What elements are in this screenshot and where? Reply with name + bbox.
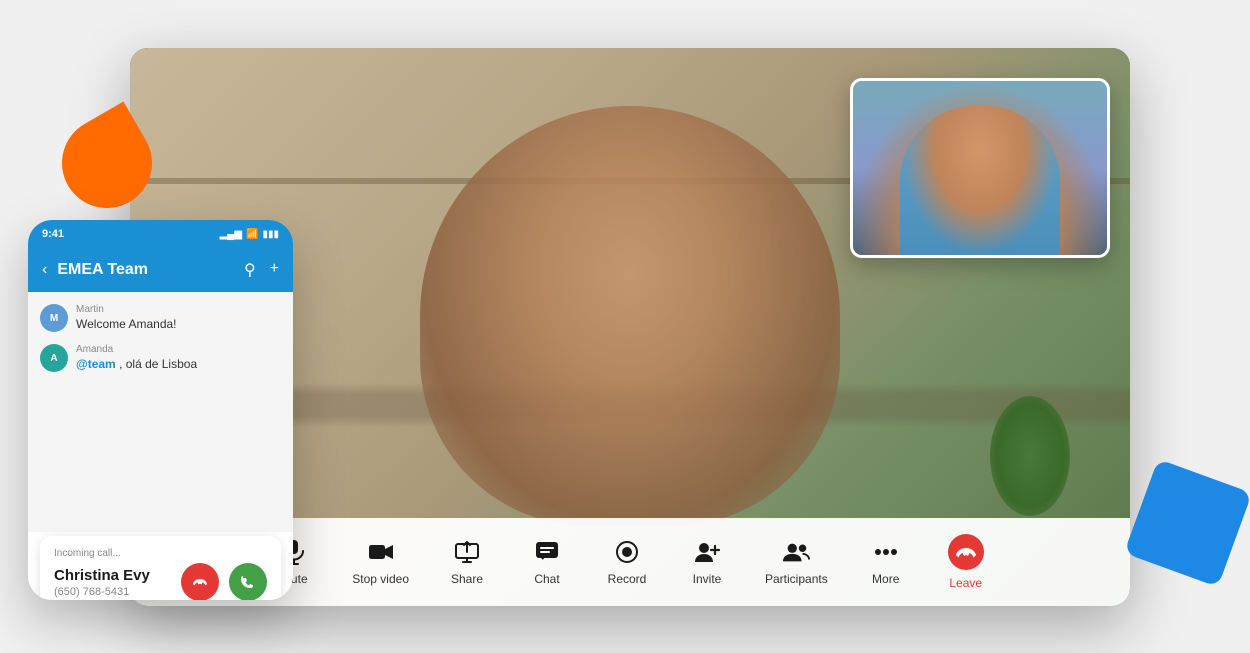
phone-down-icon <box>948 534 984 570</box>
leave-label: Leave <box>949 576 982 590</box>
incoming-call-card: Incoming call... Christina Evy (650) 768… <box>40 536 281 600</box>
chat-bubble-icon <box>533 538 561 566</box>
wifi-icon: 📶 <box>246 229 258 240</box>
amanda-text-suffix: , olá de Lisboa <box>119 357 197 371</box>
more-label: More <box>872 572 899 586</box>
pip-video-participant[interactable] <box>850 78 1110 258</box>
blue-decorative-shape <box>1124 459 1250 587</box>
battery-icon: ▮▮▮ <box>262 229 279 240</box>
phone-chat-area: M Martin Welcome Amanda! A Amanda @team … <box>28 292 293 532</box>
record-circle-icon <box>613 538 641 566</box>
phone-time: 9:41 <box>42 228 64 240</box>
phone-header: ‹ EMEA Team ⚲ + <box>28 248 293 292</box>
chat-message-martin: M Martin Welcome Amanda! <box>40 304 281 332</box>
share-screen-icon <box>453 538 481 566</box>
record-button[interactable]: Record <box>591 530 663 594</box>
phone-channel-title: EMEA Team <box>57 261 234 279</box>
search-icon[interactable]: ⚲ <box>244 260 256 280</box>
record-label: Record <box>608 572 647 586</box>
stop-video-button[interactable]: Stop video <box>338 530 423 594</box>
martin-avatar: M <box>40 304 68 332</box>
person-add-icon <box>693 538 721 566</box>
caller-name: Christina Evy <box>54 567 150 584</box>
invite-label: Invite <box>693 572 722 586</box>
martin-text: Welcome Amanda! <box>76 317 281 331</box>
caller-details: Christina Evy (650) 768-5431 <box>54 567 150 598</box>
phone-statusbar: 9:41 ▂▄▆ 📶 ▮▮▮ <box>28 220 293 248</box>
people-icon <box>782 538 810 566</box>
room-plant <box>990 396 1070 516</box>
share-button[interactable]: Share <box>431 530 503 594</box>
participants-label: Participants <box>765 572 828 586</box>
accept-call-button[interactable] <box>229 563 267 600</box>
share-label: Share <box>451 572 483 586</box>
back-button[interactable]: ‹ <box>42 261 47 279</box>
add-icon[interactable]: + <box>270 260 279 280</box>
phone-status-icons: ▂▄▆ 📶 ▮▮▮ <box>220 229 279 240</box>
chat-label: Chat <box>534 572 559 586</box>
martin-bubble: Martin Welcome Amanda! <box>76 304 281 331</box>
ellipsis-icon <box>872 538 900 566</box>
amanda-bubble: Amanda @team , olá de Lisboa <box>76 344 281 371</box>
martin-sender: Martin <box>76 304 281 315</box>
chat-button[interactable]: Chat <box>511 530 583 594</box>
phone-mockup: 9:41 ▂▄▆ 📶 ▮▮▮ ‹ EMEA Team ⚲ + M Martin … <box>28 220 293 600</box>
phone-header-actions: ⚲ + <box>244 260 279 280</box>
call-action-buttons <box>181 563 267 600</box>
video-camera-icon <box>367 538 395 566</box>
call-info: Christina Evy (650) 768-5431 <box>54 563 267 600</box>
signal-icon: ▂▄▆ <box>220 229 242 240</box>
amanda-sender: Amanda <box>76 344 281 355</box>
invite-button[interactable]: Invite <box>671 530 743 594</box>
mention-team: @team <box>76 357 116 371</box>
main-speaker-video <box>420 106 840 526</box>
caller-number: (650) 768-5431 <box>54 586 150 598</box>
amanda-text: @team , olá de Lisboa <box>76 357 281 371</box>
participants-button[interactable]: Participants <box>751 530 842 594</box>
more-button[interactable]: More <box>850 530 922 594</box>
decline-call-button[interactable] <box>181 563 219 600</box>
pip-person-figure <box>900 105 1060 255</box>
incoming-call-label: Incoming call... <box>54 548 267 559</box>
stop-video-label: Stop video <box>352 572 409 586</box>
leave-button[interactable]: Leave <box>930 526 1002 598</box>
amanda-avatar: A <box>40 344 68 372</box>
chat-message-amanda: A Amanda @team , olá de Lisboa <box>40 344 281 372</box>
